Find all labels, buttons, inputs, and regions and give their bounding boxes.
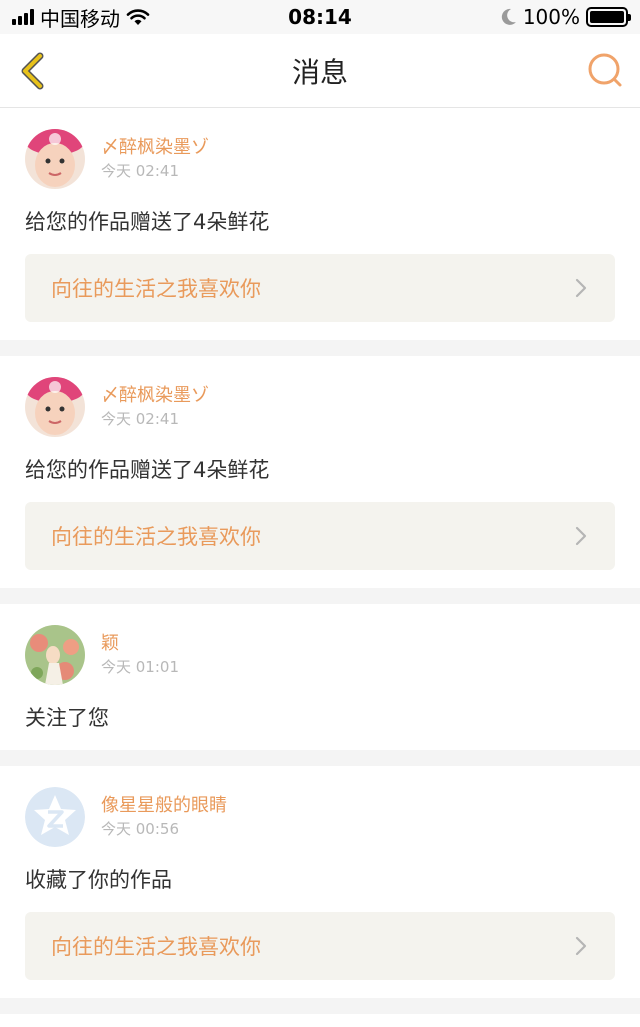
child-photo-avatar[interactable] bbox=[25, 377, 85, 437]
status-right: 100% bbox=[501, 5, 631, 29]
message-meta: 颖 今天 01:01 bbox=[101, 633, 179, 677]
message-meta: 〆醉枫染墨ゾ 今天 02:41 bbox=[101, 137, 209, 181]
username[interactable]: 〆醉枫染墨ゾ bbox=[101, 137, 209, 159]
message-card bbox=[0, 1014, 640, 1027]
message-feed: 〆醉枫染墨ゾ 今天 02:41 给您的作品赠送了4朵鲜花 向往的生活之我喜欢你 bbox=[0, 108, 640, 1027]
work-link[interactable]: 向往的生活之我喜欢你 bbox=[25, 254, 615, 322]
chevron-right-icon bbox=[575, 526, 587, 546]
work-link[interactable]: 向往的生活之我喜欢你 bbox=[25, 502, 615, 570]
battery-icon bbox=[586, 7, 631, 27]
message-header: 〆醉枫染墨ゾ 今天 02:41 bbox=[25, 376, 615, 438]
username[interactable]: 颖 bbox=[101, 633, 179, 655]
message-card: 像星星般的眼睛 今天 00:56 收藏了你的作品 向往的生活之我喜欢你 bbox=[0, 766, 640, 998]
message-card: 颖 今天 01:01 关注了您 bbox=[0, 604, 640, 750]
status-bar: 中国移动 08:14 100% bbox=[0, 0, 640, 34]
chevron-right-icon bbox=[575, 936, 587, 956]
message-card: 〆醉枫染墨ゾ 今天 02:41 给您的作品赠送了4朵鲜花 向往的生活之我喜欢你 bbox=[0, 108, 640, 340]
moon-icon bbox=[501, 8, 516, 25]
battery-fill bbox=[590, 11, 624, 23]
page-title: 消息 bbox=[291, 55, 348, 89]
username[interactable]: 〆醉枫染墨ゾ bbox=[101, 385, 209, 407]
battery-percent: 100% bbox=[522, 5, 580, 29]
qzone-default-avatar[interactable] bbox=[25, 787, 85, 847]
timestamp: 今天 01:01 bbox=[101, 658, 179, 676]
status-left: 中国移动 bbox=[12, 3, 150, 32]
chevron-right-icon bbox=[575, 278, 587, 298]
action-text: 给您的作品赠送了4朵鲜花 bbox=[25, 458, 270, 482]
search-icon[interactable] bbox=[586, 51, 626, 91]
nav-bar: 消息 bbox=[0, 34, 640, 108]
username[interactable]: 像星星般的眼睛 bbox=[101, 795, 227, 817]
work-title: 向往的生活之我喜欢你 bbox=[51, 935, 261, 959]
timestamp: 今天 02:41 bbox=[101, 410, 179, 428]
action-text: 关注了您 bbox=[25, 706, 109, 730]
action-text: 给您的作品赠送了4朵鲜花 bbox=[25, 210, 270, 234]
wifi-icon bbox=[126, 9, 150, 25]
message-card: 〆醉枫染墨ゾ 今天 02:41 给您的作品赠送了4朵鲜花 向往的生活之我喜欢你 bbox=[0, 356, 640, 588]
work-title: 向往的生活之我喜欢你 bbox=[51, 277, 261, 301]
carrier-name: 中国移动 bbox=[40, 6, 120, 31]
flower-girl-avatar[interactable] bbox=[25, 625, 85, 685]
message-header: 〆醉枫染墨ゾ 今天 02:41 bbox=[25, 128, 615, 190]
action-text: 收藏了你的作品 bbox=[25, 868, 172, 892]
child-photo-avatar[interactable] bbox=[25, 129, 85, 189]
message-header: 颖 今天 01:01 bbox=[25, 624, 615, 686]
work-link[interactable]: 向往的生活之我喜欢你 bbox=[25, 912, 615, 980]
message-meta: 像星星般的眼睛 今天 00:56 bbox=[101, 795, 227, 839]
signal-icon bbox=[12, 9, 34, 25]
message-meta: 〆醉枫染墨ゾ 今天 02:41 bbox=[101, 385, 209, 429]
timestamp: 今天 00:56 bbox=[101, 820, 179, 838]
timestamp: 今天 02:41 bbox=[101, 162, 179, 180]
message-header: 像星星般的眼睛 今天 00:56 bbox=[25, 786, 615, 848]
back-icon[interactable] bbox=[14, 51, 54, 91]
work-title: 向往的生活之我喜欢你 bbox=[51, 525, 261, 549]
